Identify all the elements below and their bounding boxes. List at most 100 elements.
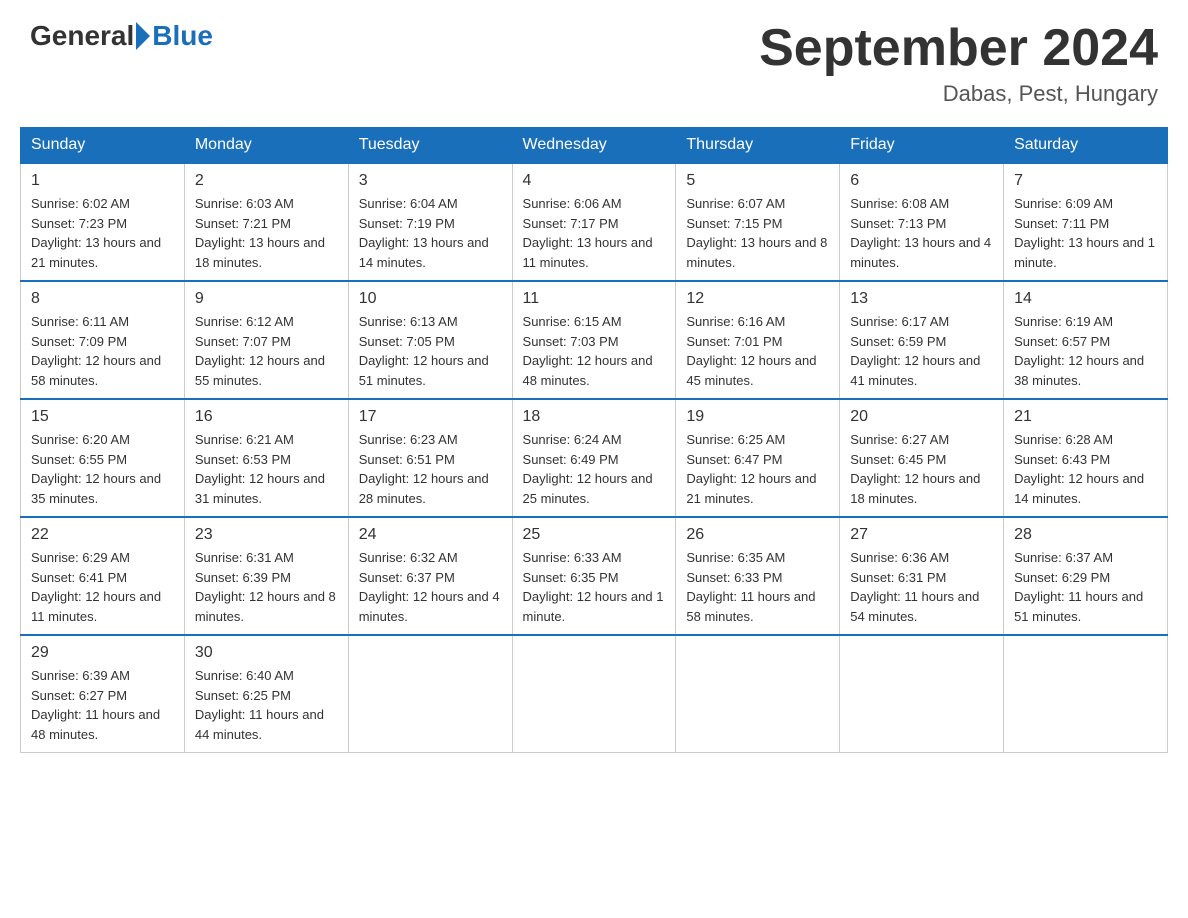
table-row: 8 Sunrise: 6:11 AMSunset: 7:09 PMDaylight… bbox=[21, 281, 185, 399]
table-row: 21 Sunrise: 6:28 AMSunset: 6:43 PMDayligh… bbox=[1004, 399, 1168, 517]
col-saturday: Saturday bbox=[1004, 128, 1168, 164]
day-info: Sunrise: 6:24 AMSunset: 6:49 PMDaylight:… bbox=[523, 430, 666, 508]
table-row: 27 Sunrise: 6:36 AMSunset: 6:31 PMDayligh… bbox=[840, 517, 1004, 635]
table-row: 4 Sunrise: 6:06 AMSunset: 7:17 PMDaylight… bbox=[512, 163, 676, 281]
table-row: 14 Sunrise: 6:19 AMSunset: 6:57 PMDayligh… bbox=[1004, 281, 1168, 399]
table-row: 6 Sunrise: 6:08 AMSunset: 7:13 PMDaylight… bbox=[840, 163, 1004, 281]
week-row-2: 8 Sunrise: 6:11 AMSunset: 7:09 PMDaylight… bbox=[21, 281, 1168, 399]
day-info: Sunrise: 6:21 AMSunset: 6:53 PMDaylight:… bbox=[195, 430, 338, 508]
day-info: Sunrise: 6:29 AMSunset: 6:41 PMDaylight:… bbox=[31, 548, 174, 626]
day-info: Sunrise: 6:07 AMSunset: 7:15 PMDaylight:… bbox=[686, 194, 829, 272]
day-number: 5 bbox=[686, 172, 829, 190]
day-info: Sunrise: 6:28 AMSunset: 6:43 PMDaylight:… bbox=[1014, 430, 1157, 508]
day-number: 27 bbox=[850, 526, 993, 544]
day-info: Sunrise: 6:27 AMSunset: 6:45 PMDaylight:… bbox=[850, 430, 993, 508]
day-info: Sunrise: 6:33 AMSunset: 6:35 PMDaylight:… bbox=[523, 548, 666, 626]
calendar-header-row: Sunday Monday Tuesday Wednesday Thursday… bbox=[21, 128, 1168, 164]
day-info: Sunrise: 6:36 AMSunset: 6:31 PMDaylight:… bbox=[850, 548, 993, 626]
day-number: 13 bbox=[850, 290, 993, 308]
table-row: 26Sunrise: 6:35 AMSunset: 6:33 PMDayligh… bbox=[676, 517, 840, 635]
table-row: 20 Sunrise: 6:27 AMSunset: 6:45 PMDayligh… bbox=[840, 399, 1004, 517]
calendar-table: Sunday Monday Tuesday Wednesday Thursday… bbox=[20, 127, 1168, 753]
table-row: 19 Sunrise: 6:25 AMSunset: 6:47 PMDayligh… bbox=[676, 399, 840, 517]
day-info: Sunrise: 6:23 AMSunset: 6:51 PMDaylight:… bbox=[359, 430, 502, 508]
col-monday: Monday bbox=[184, 128, 348, 164]
table-row: 10Sunrise: 6:13 AMSunset: 7:05 PMDayligh… bbox=[348, 281, 512, 399]
table-row: 9Sunrise: 6:12 AMSunset: 7:07 PMDaylight… bbox=[184, 281, 348, 399]
table-row: 30 Sunrise: 6:40 AMSunset: 6:25 PMDayligh… bbox=[184, 635, 348, 753]
table-row: 7Sunrise: 6:09 AMSunset: 7:11 PMDaylight… bbox=[1004, 163, 1168, 281]
logo: General Blue bbox=[30, 20, 213, 52]
day-number: 19 bbox=[686, 408, 829, 426]
table-row: 11 Sunrise: 6:15 AMSunset: 7:03 PMDayligh… bbox=[512, 281, 676, 399]
day-number: 18 bbox=[523, 408, 666, 426]
day-number: 1 bbox=[31, 172, 174, 190]
day-number: 21 bbox=[1014, 408, 1157, 426]
day-info: Sunrise: 6:19 AMSunset: 6:57 PMDaylight:… bbox=[1014, 312, 1157, 390]
day-info: Sunrise: 6:06 AMSunset: 7:17 PMDaylight:… bbox=[523, 194, 666, 272]
table-row bbox=[1004, 635, 1168, 753]
day-info: Sunrise: 6:40 AMSunset: 6:25 PMDaylight:… bbox=[195, 666, 338, 744]
table-row: 15Sunrise: 6:20 AMSunset: 6:55 PMDayligh… bbox=[21, 399, 185, 517]
table-row: 25 Sunrise: 6:33 AMSunset: 6:35 PMDayligh… bbox=[512, 517, 676, 635]
table-row bbox=[348, 635, 512, 753]
day-number: 16 bbox=[195, 408, 338, 426]
day-info: Sunrise: 6:17 AMSunset: 6:59 PMDaylight:… bbox=[850, 312, 993, 390]
table-row: 17 Sunrise: 6:23 AMSunset: 6:51 PMDayligh… bbox=[348, 399, 512, 517]
week-row-1: 1 Sunrise: 6:02 AMSunset: 7:23 PMDaylight… bbox=[21, 163, 1168, 281]
table-row: 28 Sunrise: 6:37 AMSunset: 6:29 PMDayligh… bbox=[1004, 517, 1168, 635]
table-row: 29 Sunrise: 6:39 AMSunset: 6:27 PMDayligh… bbox=[21, 635, 185, 753]
table-row bbox=[512, 635, 676, 753]
col-tuesday: Tuesday bbox=[348, 128, 512, 164]
table-row: 5 Sunrise: 6:07 AMSunset: 7:15 PMDaylight… bbox=[676, 163, 840, 281]
day-number: 20 bbox=[850, 408, 993, 426]
day-number: 26 bbox=[686, 526, 829, 544]
day-number: 30 bbox=[195, 644, 338, 662]
day-number: 28 bbox=[1014, 526, 1157, 544]
day-info: Sunrise: 6:15 AMSunset: 7:03 PMDaylight:… bbox=[523, 312, 666, 390]
col-wednesday: Wednesday bbox=[512, 128, 676, 164]
day-info: Sunrise: 6:20 AMSunset: 6:55 PMDaylight:… bbox=[31, 430, 174, 508]
day-number: 8 bbox=[31, 290, 174, 308]
day-info: Sunrise: 6:04 AMSunset: 7:19 PMDaylight:… bbox=[359, 194, 502, 272]
col-thursday: Thursday bbox=[676, 128, 840, 164]
day-info: Sunrise: 6:39 AMSunset: 6:27 PMDaylight:… bbox=[31, 666, 174, 744]
table-row bbox=[676, 635, 840, 753]
day-info: Sunrise: 6:32 AMSunset: 6:37 PMDaylight:… bbox=[359, 548, 502, 626]
table-row: 24 Sunrise: 6:32 AMSunset: 6:37 PMDayligh… bbox=[348, 517, 512, 635]
day-number: 6 bbox=[850, 172, 993, 190]
col-friday: Friday bbox=[840, 128, 1004, 164]
day-number: 23 bbox=[195, 526, 338, 544]
day-number: 29 bbox=[31, 644, 174, 662]
day-info: Sunrise: 6:31 AMSunset: 6:39 PMDaylight:… bbox=[195, 548, 338, 626]
day-info: Sunrise: 6:08 AMSunset: 7:13 PMDaylight:… bbox=[850, 194, 993, 272]
week-row-4: 22 Sunrise: 6:29 AMSunset: 6:41 PMDayligh… bbox=[21, 517, 1168, 635]
day-info: Sunrise: 6:11 AMSunset: 7:09 PMDaylight:… bbox=[31, 312, 174, 390]
day-number: 14 bbox=[1014, 290, 1157, 308]
week-row-3: 15Sunrise: 6:20 AMSunset: 6:55 PMDayligh… bbox=[21, 399, 1168, 517]
day-info: Sunrise: 6:02 AMSunset: 7:23 PMDaylight:… bbox=[31, 194, 174, 272]
location-label: Dabas, Pest, Hungary bbox=[759, 81, 1158, 107]
col-sunday: Sunday bbox=[21, 128, 185, 164]
day-number: 22 bbox=[31, 526, 174, 544]
table-row: 13 Sunrise: 6:17 AMSunset: 6:59 PMDayligh… bbox=[840, 281, 1004, 399]
logo-general-text: General bbox=[30, 20, 134, 52]
day-number: 25 bbox=[523, 526, 666, 544]
day-info: Sunrise: 6:09 AMSunset: 7:11 PMDaylight:… bbox=[1014, 194, 1157, 272]
day-number: 24 bbox=[359, 526, 502, 544]
table-row: 22 Sunrise: 6:29 AMSunset: 6:41 PMDayligh… bbox=[21, 517, 185, 635]
day-number: 2 bbox=[195, 172, 338, 190]
day-info: Sunrise: 6:16 AMSunset: 7:01 PMDaylight:… bbox=[686, 312, 829, 390]
logo-blue-text: Blue bbox=[152, 20, 213, 52]
day-number: 4 bbox=[523, 172, 666, 190]
day-number: 9 bbox=[195, 290, 338, 308]
table-row: 18 Sunrise: 6:24 AMSunset: 6:49 PMDayligh… bbox=[512, 399, 676, 517]
table-row: 3Sunrise: 6:04 AMSunset: 7:19 PMDaylight… bbox=[348, 163, 512, 281]
day-number: 17 bbox=[359, 408, 502, 426]
day-info: Sunrise: 6:03 AMSunset: 7:21 PMDaylight:… bbox=[195, 194, 338, 272]
table-row: 2 Sunrise: 6:03 AMSunset: 7:21 PMDaylight… bbox=[184, 163, 348, 281]
day-number: 11 bbox=[523, 290, 666, 308]
day-info: Sunrise: 6:37 AMSunset: 6:29 PMDaylight:… bbox=[1014, 548, 1157, 626]
day-info: Sunrise: 6:25 AMSunset: 6:47 PMDaylight:… bbox=[686, 430, 829, 508]
month-title: September 2024 bbox=[759, 20, 1158, 77]
